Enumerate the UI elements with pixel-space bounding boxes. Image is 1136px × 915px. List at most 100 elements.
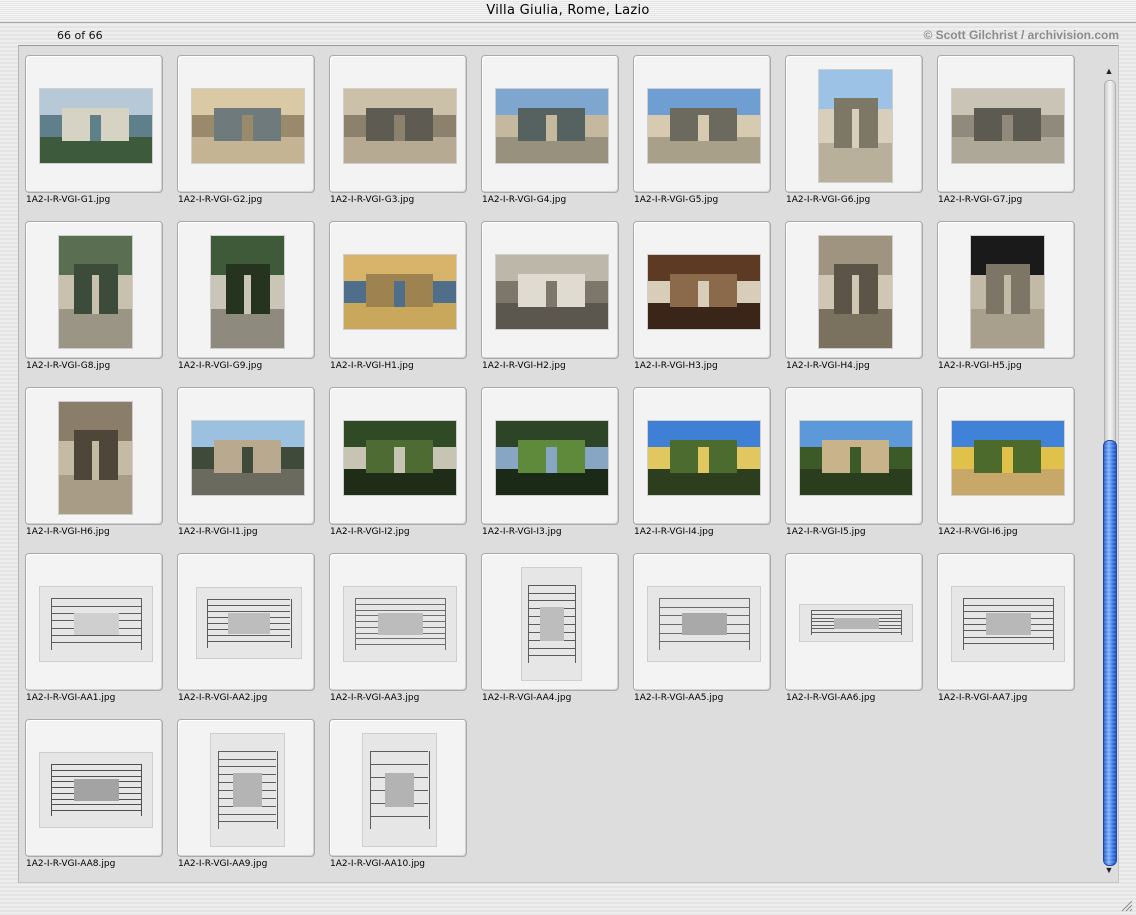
slide-thumbnail-image[interactable]	[647, 586, 761, 662]
slide-thumbnail-image[interactable]	[495, 88, 609, 164]
slide-thumbnail-image[interactable]	[951, 420, 1065, 496]
slide-thumbnail-image[interactable]	[495, 254, 609, 330]
slide-mount[interactable]	[25, 221, 163, 359]
slide-cell[interactable]: 1A2-I-R-VGI-I4.jpg	[633, 387, 773, 547]
slide-cell[interactable]: 1A2-I-R-VGI-AA9.jpg	[177, 719, 317, 879]
slide-mount[interactable]	[481, 387, 619, 525]
slide-cell[interactable]: 1A2-I-R-VGI-G8.jpg	[25, 221, 165, 381]
slide-mount[interactable]	[329, 387, 467, 525]
vertical-scrollbar[interactable]: ▲ ▼	[1099, 60, 1119, 882]
slide-filename: 1A2-I-R-VGI-AA9.jpg	[178, 859, 268, 869]
slide-mount[interactable]	[785, 55, 923, 193]
slide-mount[interactable]	[633, 221, 771, 359]
slide-thumbnail-image[interactable]	[799, 420, 913, 496]
slide-mount[interactable]	[633, 55, 771, 193]
resize-grip-icon[interactable]	[1119, 898, 1133, 912]
slide-cell[interactable]: 1A2-I-R-VGI-AA6.jpg	[785, 553, 925, 713]
slide-cell[interactable]: 1A2-I-R-VGI-I3.jpg	[481, 387, 621, 547]
slide-cell[interactable]: 1A2-I-R-VGI-AA7.jpg	[937, 553, 1077, 713]
slide-thumbnail-image[interactable]	[343, 420, 457, 496]
slide-cell[interactable]: 1A2-I-R-VGI-H3.jpg	[633, 221, 773, 381]
slide-thumbnail-image[interactable]	[495, 420, 609, 496]
slide-mount[interactable]	[937, 221, 1075, 359]
slide-mount[interactable]	[177, 719, 315, 857]
slide-thumbnail-image[interactable]	[362, 733, 437, 847]
slide-cell[interactable]: 1A2-I-R-VGI-I2.jpg	[329, 387, 469, 547]
slide-thumbnail-image[interactable]	[191, 88, 305, 164]
slide-mount[interactable]	[937, 55, 1075, 193]
scroll-down-arrow-icon[interactable]: ▼	[1103, 863, 1115, 877]
slide-thumbnail-image[interactable]	[191, 420, 305, 496]
slide-mount[interactable]	[25, 719, 163, 857]
slide-cell[interactable]: 1A2-I-R-VGI-G1.jpg	[25, 55, 165, 215]
slide-thumbnail-image[interactable]	[210, 733, 285, 847]
slide-cell[interactable]: 1A2-I-R-VGI-G7.jpg	[937, 55, 1077, 215]
slide-mount[interactable]	[481, 55, 619, 193]
slide-mount[interactable]	[785, 387, 923, 525]
slide-thumbnail-image[interactable]	[647, 420, 761, 496]
slide-mount[interactable]	[481, 553, 619, 691]
slide-thumbnail-image[interactable]	[647, 88, 761, 164]
slide-cell[interactable]: 1A2-I-R-VGI-I6.jpg	[937, 387, 1077, 547]
slide-thumbnail-image[interactable]	[343, 586, 457, 662]
slide-thumbnail-image[interactable]	[521, 567, 582, 681]
slide-cell[interactable]: 1A2-I-R-VGI-G6.jpg	[785, 55, 925, 215]
slide-mount[interactable]	[481, 221, 619, 359]
scrollbar-thumb[interactable]	[1103, 440, 1117, 866]
slide-cell[interactable]: 1A2-I-R-VGI-H6.jpg	[25, 387, 165, 547]
slide-thumbnail-image[interactable]	[970, 235, 1045, 349]
slide-cell[interactable]: 1A2-I-R-VGI-AA8.jpg	[25, 719, 165, 879]
slide-thumbnail-image[interactable]	[343, 254, 457, 330]
slide-cell[interactable]: 1A2-I-R-VGI-AA4.jpg	[481, 553, 621, 713]
slide-mount[interactable]	[329, 719, 467, 857]
slide-cell[interactable]: 1A2-I-R-VGI-G9.jpg	[177, 221, 317, 381]
slide-mount[interactable]	[633, 387, 771, 525]
slide-cell[interactable]: 1A2-I-R-VGI-G4.jpg	[481, 55, 621, 215]
slide-mount[interactable]	[177, 221, 315, 359]
slide-thumbnail-image[interactable]	[39, 586, 153, 662]
slide-thumbnail-image[interactable]	[647, 254, 761, 330]
slide-mount[interactable]	[633, 553, 771, 691]
slide-cell[interactable]: 1A2-I-R-VGI-G2.jpg	[177, 55, 317, 215]
slide-thumbnail-image[interactable]	[58, 401, 133, 515]
slide-cell[interactable]: 1A2-I-R-VGI-G5.jpg	[633, 55, 773, 215]
slide-cell[interactable]: 1A2-I-R-VGI-H1.jpg	[329, 221, 469, 381]
slide-thumbnail-image[interactable]	[196, 587, 302, 659]
slide-cell[interactable]: 1A2-I-R-VGI-H4.jpg	[785, 221, 925, 381]
slide-thumbnail-image[interactable]	[799, 604, 913, 642]
slide-mount[interactable]	[937, 553, 1075, 691]
slide-thumbnail-image[interactable]	[951, 88, 1065, 164]
slide-thumbnail-image[interactable]	[818, 69, 893, 183]
slide-cell[interactable]: 1A2-I-R-VGI-AA10.jpg	[329, 719, 469, 879]
slide-mount[interactable]	[25, 387, 163, 525]
slide-thumbnail-image[interactable]	[343, 88, 457, 164]
slide-cell[interactable]: 1A2-I-R-VGI-AA5.jpg	[633, 553, 773, 713]
slide-mount[interactable]	[177, 553, 315, 691]
slide-thumbnail-image[interactable]	[39, 752, 153, 828]
slide-mount[interactable]	[785, 221, 923, 359]
slide-cell[interactable]: 1A2-I-R-VGI-AA3.jpg	[329, 553, 469, 713]
slide-mount[interactable]	[25, 55, 163, 193]
slide-cell[interactable]: 1A2-I-R-VGI-AA1.jpg	[25, 553, 165, 713]
slide-mount[interactable]	[329, 55, 467, 193]
slide-thumbnail-image[interactable]	[39, 88, 153, 164]
slide-mount[interactable]	[785, 553, 923, 691]
slide-thumbnail-image[interactable]	[818, 235, 893, 349]
slide-mount[interactable]	[937, 387, 1075, 525]
slide-cell[interactable]: 1A2-I-R-VGI-I5.jpg	[785, 387, 925, 547]
slide-cell[interactable]: 1A2-I-R-VGI-H2.jpg	[481, 221, 621, 381]
slide-cell[interactable]: 1A2-I-R-VGI-H5.jpg	[937, 221, 1077, 381]
slide-mount[interactable]	[329, 221, 467, 359]
slide-thumbnail-image[interactable]	[58, 235, 133, 349]
scroll-up-arrow-icon[interactable]: ▲	[1103, 64, 1115, 78]
slide-mount[interactable]	[177, 55, 315, 193]
slide-mount[interactable]	[177, 387, 315, 525]
slide-cell[interactable]: 1A2-I-R-VGI-AA2.jpg	[177, 553, 317, 713]
title-bar[interactable]: Villa Giulia, Rome, Lazio	[0, 0, 1136, 23]
slide-cell[interactable]: 1A2-I-R-VGI-G3.jpg	[329, 55, 469, 215]
slide-thumbnail-image[interactable]	[951, 586, 1065, 662]
slide-thumbnail-image[interactable]	[210, 235, 285, 349]
slide-mount[interactable]	[25, 553, 163, 691]
slide-cell[interactable]: 1A2-I-R-VGI-I1.jpg	[177, 387, 317, 547]
slide-mount[interactable]	[329, 553, 467, 691]
